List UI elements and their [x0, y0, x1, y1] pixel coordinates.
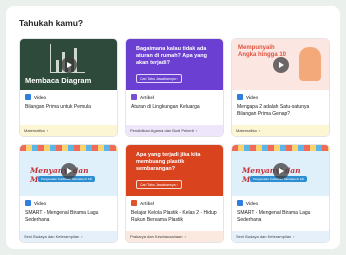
content-card[interactable]: Menyanyi dan Menari Pengenalan Kurikulum… — [19, 144, 118, 243]
play-icon[interactable] — [272, 56, 289, 73]
find-answer-label: Cari Tahu Jawabannya — [140, 76, 176, 81]
chevron-right-icon: › — [195, 128, 198, 133]
card-title[interactable]: Mengapa 2 adalah Satu-satunya Bilangan P… — [237, 104, 324, 119]
play-icon[interactable] — [60, 56, 77, 73]
content-card[interactable]: Membaca Diagram Video Bilangan Prima unt… — [19, 38, 118, 137]
chevron-right-icon: › — [293, 234, 295, 239]
video-thumbnail[interactable]: Menyanyi dan Menari Pengenalan Kurikulum… — [20, 145, 117, 196]
find-answer-button[interactable]: Cari Tahu Jawabannya › — [136, 180, 182, 189]
bunting-decoration — [20, 145, 117, 151]
chevron-right-icon: › — [46, 128, 49, 133]
subject-label: Prakarya dan Kewirausahaan — [130, 234, 183, 239]
content-type-badge: Artikel — [140, 94, 155, 100]
subject-tag[interactable]: Matematika › — [20, 125, 117, 136]
subject-tag[interactable]: Pendidikan Agama dan Budi Pekerti › — [126, 125, 223, 136]
subject-tag[interactable]: Matematika › — [232, 125, 329, 136]
bunting-decoration — [232, 145, 329, 151]
card-title[interactable]: SMART - Mengenal Birama Lagu Sederhana — [25, 210, 112, 225]
article-thumbnail[interactable]: Bagaimana kalau tidak ada aturan di ruma… — [126, 39, 223, 90]
subject-label: Pendidikan Agama dan Budi Pekerti — [130, 128, 194, 133]
subject-tag[interactable]: Seni Budaya dan Keterampilan › — [20, 231, 117, 242]
subject-tag[interactable]: Prakarya dan Kewirausahaan › — [126, 231, 223, 242]
thumbnail-question: Apa yang terjadi jika kita membuang plas… — [136, 152, 201, 172]
content-card[interactable]: Mempunyaih Angka hingga 10 Video Mengapa… — [231, 38, 330, 137]
content-card-grid: Membaca Diagram Video Bilangan Prima unt… — [19, 38, 330, 243]
find-answer-button[interactable]: Cari Tahu Jawabannya › — [136, 74, 182, 83]
video-badge-icon — [25, 200, 31, 206]
play-icon[interactable] — [272, 162, 289, 179]
card-title[interactable]: Aturan di Lingkungan Keluarga — [131, 104, 218, 111]
video-thumbnail[interactable]: Mempunyaih Angka hingga 10 — [232, 39, 329, 90]
card-title[interactable]: Bilangan Prima untuk Pemula — [25, 104, 112, 111]
article-badge-icon — [131, 200, 137, 206]
thumbnail-question: Bagaimana kalau tidak ada aturan di ruma… — [136, 46, 208, 66]
content-card[interactable]: Apa yang terjadi jika kita membuang plas… — [125, 144, 224, 243]
subject-label: Matematika — [236, 128, 257, 133]
card-title[interactable]: SMART - Mengenal Birama Lagu Sederhana — [237, 210, 324, 225]
subject-label: Seni Budaya dan Keterampilan — [236, 234, 292, 239]
chevron-right-icon: › — [258, 128, 261, 133]
content-type-badge: Video — [246, 200, 259, 206]
content-card[interactable]: Bagaimana kalau tidak ada aturan di ruma… — [125, 38, 224, 137]
chevron-right-icon: › — [175, 182, 178, 187]
video-badge-icon — [237, 200, 243, 206]
video-badge-icon — [237, 94, 243, 100]
article-badge-icon — [131, 94, 137, 100]
play-icon[interactable] — [60, 162, 77, 179]
section-title: Tahukah kamu? — [19, 18, 84, 28]
video-thumbnail[interactable]: Membaca Diagram — [20, 39, 117, 90]
content-type-badge: Video — [34, 94, 47, 100]
subject-label: Matematika — [24, 128, 45, 133]
chevron-right-icon: › — [184, 234, 186, 239]
article-thumbnail[interactable]: Apa yang terjadi jika kita membuang plas… — [126, 145, 223, 196]
subject-tag[interactable]: Seni Budaya dan Keterampilan › — [232, 231, 329, 242]
content-type-badge: Artikel — [140, 200, 155, 206]
subject-label: Seni Budaya dan Keterampilan — [24, 234, 80, 239]
chevron-right-icon: › — [175, 76, 178, 81]
character-illustration — [299, 47, 321, 81]
content-card[interactable]: Menyanyi dan Menari Pengenalan Kurikulum… — [231, 144, 330, 243]
chevron-right-icon: › — [81, 234, 83, 239]
content-type-badge: Video — [34, 200, 47, 206]
find-answer-label: Cari Tahu Jawabannya — [140, 182, 176, 187]
content-type-badge: Video — [246, 94, 259, 100]
video-thumbnail[interactable]: Menyanyi dan Menari Pengenalan Kurikulum… — [232, 145, 329, 196]
thumbnail-caption: Membaca Diagram — [25, 76, 92, 85]
video-badge-icon — [25, 94, 31, 100]
did-you-know-panel: Tahukah kamu? Membaca Diagram Video Bila… — [6, 6, 340, 249]
card-title[interactable]: Belajar Kelola Plastik - Kelas 2 - Hidup… — [131, 210, 218, 225]
